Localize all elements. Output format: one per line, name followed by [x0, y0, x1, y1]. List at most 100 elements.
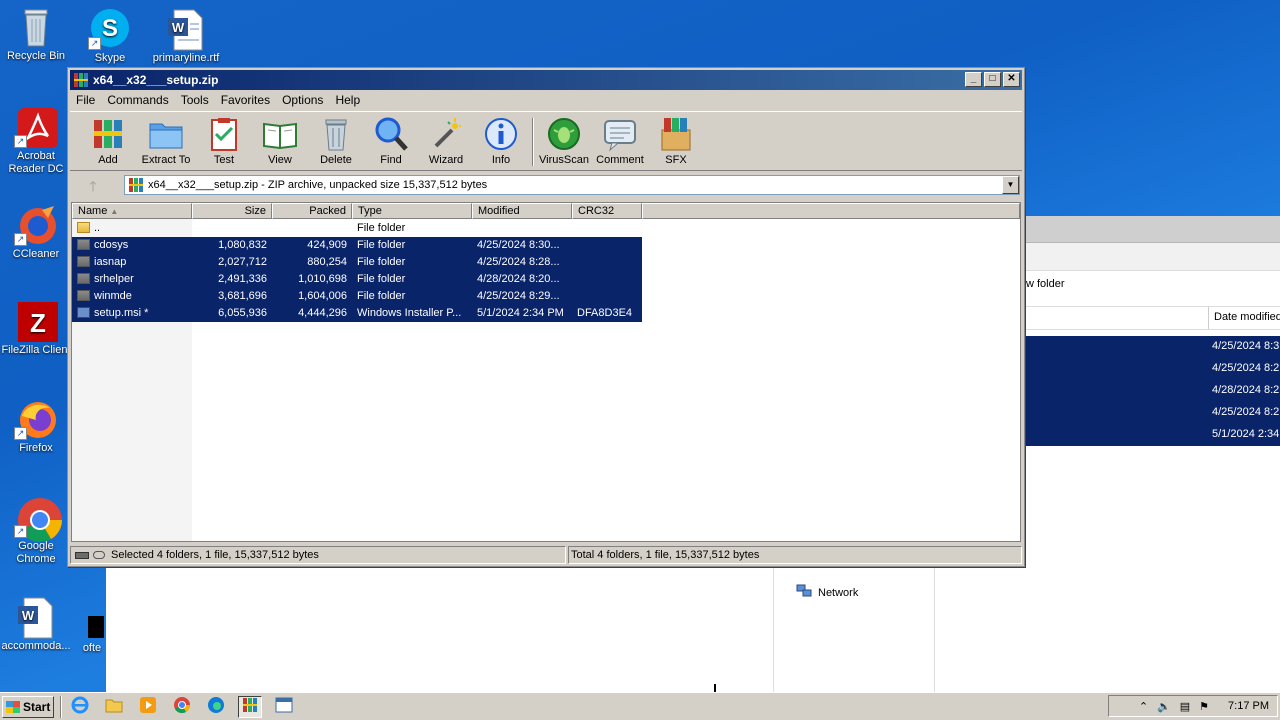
taskbar-edge[interactable] [204, 696, 228, 718]
delete-button[interactable]: Delete [308, 116, 364, 166]
taskbar-explorer[interactable] [102, 696, 126, 718]
column-packed[interactable]: Packed [272, 203, 352, 219]
toolbar: Add Extract To Test View Delete Find Wiz… [70, 111, 1022, 171]
test-button[interactable]: Test [196, 116, 252, 166]
winrar-icon [242, 697, 258, 716]
svg-text:W: W [22, 608, 35, 623]
acrobat-icon: ↗ [14, 106, 58, 148]
network-status-icon[interactable]: ▤ [1180, 700, 1190, 713]
edge-icon [207, 696, 225, 717]
desktop-icon-chrome[interactable]: ↗ Google Chrome [0, 496, 72, 566]
nav-item-network[interactable]: Network [796, 584, 858, 601]
extract-to-button[interactable]: Extract To [138, 116, 194, 166]
close-button[interactable]: ✕ [1003, 72, 1020, 87]
shortcut-arrow-icon: ↗ [14, 135, 27, 148]
column-name[interactable]: Name ▲ [72, 203, 192, 219]
taskbar-winrar[interactable] [238, 695, 262, 718]
desktop-icon-firefox[interactable]: ↗ Firefox [0, 398, 72, 455]
list-item[interactable]: 4/25/2024 8:2 [1212, 362, 1279, 374]
drive-icon [75, 551, 89, 559]
clock[interactable]: 7:17 PM [1228, 700, 1269, 712]
svg-text:Z: Z [30, 308, 46, 338]
find-button[interactable]: Find [363, 116, 419, 166]
menu-tools[interactable]: Tools [175, 93, 215, 107]
volume-icon[interactable]: 🔈 [1157, 700, 1171, 713]
test-label: Test [213, 154, 235, 166]
info-button[interactable]: Info [473, 116, 529, 166]
view-button[interactable]: View [252, 116, 308, 166]
shortcut-arrow-icon: ↗ [14, 525, 27, 538]
column-crc32[interactable]: CRC32 [572, 203, 642, 219]
chrome-icon [173, 696, 191, 717]
cell-name: .. [72, 220, 192, 237]
column-size[interactable]: Size [192, 203, 272, 219]
sfx-button[interactable]: SFX [648, 116, 704, 166]
table-row[interactable]: winmde 3,681,696 1,604,006 File folder 4… [72, 288, 642, 305]
cell-name: cdosys [72, 237, 192, 254]
new-folder-button[interactable]: w folder [1026, 278, 1065, 290]
menu-commands[interactable]: Commands [101, 93, 174, 107]
desktop-icon-primaryline[interactable]: W primaryline.rtf [150, 8, 222, 65]
add-button[interactable]: Add [80, 116, 136, 166]
folder-icon [105, 697, 123, 716]
taskbar-chrome[interactable] [170, 696, 194, 718]
desktop-icon-recycle-bin[interactable]: Recycle Bin [0, 6, 72, 63]
list-item[interactable]: 4/28/2024 8:2 [1212, 384, 1279, 396]
taskbar-media-player[interactable] [136, 696, 160, 718]
cell-size: 2,491,336 [218, 273, 267, 285]
table-row[interactable]: .. File folder [72, 220, 642, 237]
menu-file[interactable]: File [70, 93, 101, 107]
minimize-button[interactable]: _ [965, 72, 982, 87]
desktop-icon-acrobat[interactable]: ↗ Acrobat Reader DC [0, 106, 72, 176]
magic-wand-icon [428, 116, 464, 152]
add-label: Add [98, 154, 118, 166]
wizard-button[interactable]: Wizard [418, 116, 474, 166]
column-type[interactable]: Type [352, 203, 472, 219]
chevron-up-icon[interactable]: ⌃ [1139, 700, 1148, 713]
table-row[interactable]: cdosys 1,080,832 424,909 File folder 4/2… [72, 237, 642, 254]
chevron-down-icon[interactable]: ▼ [1002, 176, 1019, 194]
column-date-modified[interactable]: Date modified [1208, 307, 1280, 329]
cell-crc [572, 254, 642, 271]
column-modified[interactable]: Modified [472, 203, 572, 219]
column-filler [642, 203, 1020, 219]
desktop-icon-filezilla[interactable]: Z FileZilla Client [0, 300, 72, 357]
folder-icon [77, 273, 90, 284]
cell-name: setup.msi * [72, 305, 192, 322]
magnifier-icon [373, 116, 409, 152]
start-button[interactable]: Start [2, 695, 54, 718]
maximize-button[interactable]: □ [984, 72, 1001, 87]
desktop-icon-skype[interactable]: S ↗ Skype [74, 8, 146, 65]
up-arrow-icon[interactable]: 🡑 [76, 176, 110, 196]
table-row[interactable]: srhelper 2,491,336 1,010,698 File folder… [72, 271, 642, 288]
cell-modified: 4/25/2024 8:29... [477, 290, 560, 302]
table-row[interactable]: setup.msi * 6,055,936 4,444,296 Windows … [72, 305, 642, 322]
action-center-flag-icon[interactable]: ⚑ [1199, 700, 1209, 713]
desktop-icon-label: Firefox [19, 442, 53, 454]
cell-size [192, 220, 272, 237]
archive-path-field[interactable]: x64__x32___setup.zip - ZIP archive, unpa… [124, 175, 1020, 195]
sort-arrow-icon: ▲ [110, 207, 119, 216]
winrar-icon [128, 177, 144, 193]
media-player-icon [139, 696, 157, 717]
title-bar[interactable]: x64__x32___setup.zip _ □ ✕ [70, 70, 1022, 90]
cell-crc [572, 288, 642, 305]
cell-modified: 4/25/2024 8:28... [477, 256, 560, 268]
taskbar-ie[interactable] [68, 696, 92, 718]
list-item[interactable]: 4/25/2024 8:3 [1212, 340, 1279, 352]
cell-crc: DFA8D3E4 [577, 307, 633, 319]
desktop-icon-ccleaner[interactable]: ↗ CCleaner [0, 204, 72, 261]
internet-explorer-icon [71, 696, 89, 717]
desktop-icon-label: primaryline.rtf [152, 52, 220, 64]
menu-favorites[interactable]: Favorites [215, 93, 276, 107]
menu-help[interactable]: Help [329, 93, 366, 107]
list-item[interactable]: 5/1/2024 2:34 [1212, 428, 1279, 440]
table-row[interactable]: iasnap 2,027,712 880,254 File folder 4/2… [72, 254, 642, 271]
taskbar-window[interactable] [272, 696, 296, 718]
virusscan-button[interactable]: VirusScan [536, 116, 592, 166]
shortcut-arrow-icon: ↗ [14, 233, 27, 246]
list-item[interactable]: 4/25/2024 8:2 [1212, 406, 1279, 418]
cell-crc [572, 271, 642, 288]
comment-button[interactable]: Comment [592, 116, 648, 166]
menu-options[interactable]: Options [276, 93, 329, 107]
